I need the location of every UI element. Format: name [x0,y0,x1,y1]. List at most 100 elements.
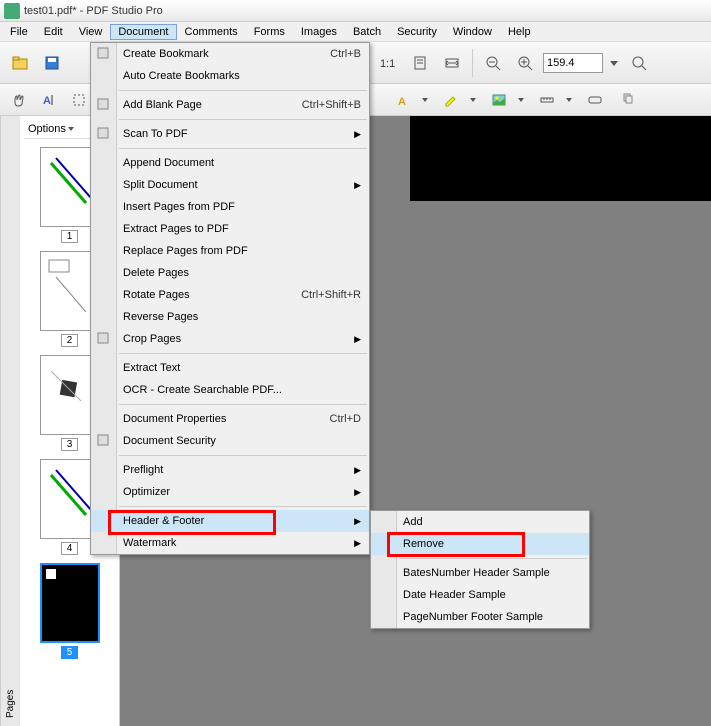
menu-item-label: Optimizer [123,486,170,498]
menu-item-crop-pages[interactable]: Crop Pages▶ [91,328,369,350]
menu-document[interactable]: Document [110,24,176,40]
menu-item-ocr-create-searchable-pdf-[interactable]: OCR - Create Searchable PDF... [91,379,369,401]
menu-batch[interactable]: Batch [345,24,389,40]
submenu-arrow-icon: ▶ [354,538,361,549]
thumbnail-number: 2 [61,334,79,347]
menu-item-label: Auto Create Bookmarks [123,70,240,82]
submenu-item-remove[interactable]: Remove [371,533,589,555]
text-select-button[interactable]: A [36,87,62,113]
svg-text:1:1: 1:1 [380,58,395,70]
menu-separator [119,506,367,507]
link-button[interactable] [582,87,608,113]
header-footer-submenu: AddRemove BatesNumber Header Sample Date H… [370,510,590,629]
menu-item-optimizer[interactable]: Optimizer ▶ [91,481,369,503]
dropdown-arrow-2[interactable] [468,87,478,113]
menu-item-add-blank-page[interactable]: Add Blank PageCtrl+Shift+B [91,94,369,116]
menu-comments[interactable]: Comments [177,24,246,40]
menu-images[interactable]: Images [293,24,345,40]
zoom-tool-button[interactable] [625,49,653,77]
image-annotation-button[interactable] [486,87,512,113]
menu-separator [119,404,367,405]
shortcut-label: Ctrl+D [330,413,361,425]
stamp-button[interactable] [616,87,642,113]
menu-item-label: OCR - Create Searchable PDF... [123,384,282,396]
menu-separator [119,148,367,149]
submenu-item-date-header-sample[interactable]: Date Header Sample [371,584,589,606]
menu-item-append-document[interactable]: Append Document [91,152,369,174]
text-annotation-button[interactable]: A [390,87,416,113]
object-select-button[interactable] [66,87,92,113]
submenu-item-label: Date Header Sample [403,589,506,601]
fit-width-button[interactable] [438,49,466,77]
hand-tool-button[interactable] [6,87,32,113]
submenu-arrow-icon: ▶ [354,487,361,498]
menu-item-label: Header & Footer [123,515,204,527]
menu-item-watermark[interactable]: Watermark▶ [91,532,369,554]
menu-item-replace-pages-from-pdf[interactable]: Replace Pages from PDF [91,240,369,262]
menu-item-rotate-pages[interactable]: Rotate PagesCtrl+Shift+R [91,284,369,306]
menu-item-reverse-pages[interactable]: Reverse Pages [91,306,369,328]
menu-view[interactable]: View [71,24,111,40]
scanner-icon [96,126,112,142]
save-button[interactable] [38,49,66,77]
menu-item-label: Split Document [123,179,198,191]
submenu-arrow-icon: ▶ [354,334,361,345]
dropdown-arrow-4[interactable] [564,87,574,113]
shortcut-label: Ctrl+Shift+B [302,99,361,111]
submenu-item-label: PageNumber Footer Sample [403,611,543,623]
menu-separator [119,119,367,120]
menu-item-document-properties[interactable]: Document Properties Ctrl+D [91,408,369,430]
submenu-item-label: BatesNumber Header Sample [403,567,550,579]
security-icon [96,433,112,449]
menu-window[interactable]: Window [445,24,500,40]
menu-item-delete-pages[interactable]: Delete Pages [91,262,369,284]
menu-item-create-bookmark[interactable]: Create BookmarkCtrl+B [91,43,369,65]
menu-help[interactable]: Help [500,24,539,40]
menu-item-extract-text[interactable]: Extract Text [91,357,369,379]
chevron-down-icon [68,126,74,132]
zoom-dropdown[interactable] [607,49,621,77]
thumbnail-number: 3 [61,438,79,451]
menu-item-label: Delete Pages [123,267,189,279]
menu-item-label: Reverse Pages [123,311,198,323]
dropdown-arrow-3[interactable] [516,87,526,113]
zoom-input[interactable] [543,53,603,73]
submenu-arrow-icon: ▶ [354,129,361,140]
thumbnail-number: 1 [61,230,79,243]
document-menu: Create BookmarkCtrl+B Auto Create Bookmar… [90,42,370,555]
menu-item-document-security[interactable]: Document Security [91,430,369,452]
crop-icon [96,331,112,347]
options-label: Options [28,123,66,135]
blank-page-icon [96,97,112,113]
svg-text:A: A [43,95,51,107]
menu-item-insert-pages-from-pdf[interactable]: Insert Pages from PDF [91,196,369,218]
menu-item-label: Document Properties [123,413,226,425]
svg-text:A: A [398,96,406,108]
menu-item-scan-to-pdf[interactable]: Scan To PDF▶ [91,123,369,145]
menu-file[interactable]: File [2,24,36,40]
menu-forms[interactable]: Forms [246,24,293,40]
menu-item-auto-create-bookmarks[interactable]: Auto Create Bookmarks [91,65,369,87]
menu-item-extract-pages-to-pdf[interactable]: Extract Pages to PDF [91,218,369,240]
submenu-item-pagenumber-footer-sample[interactable]: PageNumber Footer Sample [371,606,589,628]
submenu-item-batesnumber-header-sample[interactable]: BatesNumber Header Sample [371,562,589,584]
menu-item-preflight[interactable]: Preflight▶ [91,459,369,481]
dropdown-arrow-1[interactable] [420,87,430,113]
measure-button[interactable] [534,87,560,113]
menu-security[interactable]: Security [389,24,445,40]
fit-actual-button[interactable]: 1:1 [374,49,402,77]
menu-item-split-document[interactable]: Split Document▶ [91,174,369,196]
fit-page-button[interactable] [406,49,434,77]
pages-tab[interactable]: Pages [0,116,20,726]
highlight-button[interactable] [438,87,464,113]
window-title: test01.pdf* - PDF Studio Pro [24,5,163,17]
app-icon [4,3,20,19]
open-button[interactable] [6,49,34,77]
menu-item-header-footer[interactable]: Header & Footer▶ [91,510,369,532]
page-thumbnail-5[interactable]: 5 [35,563,105,659]
zoom-out-button[interactable] [479,49,507,77]
shortcut-label: Ctrl+B [330,48,361,60]
zoom-in-button[interactable] [511,49,539,77]
menu-edit[interactable]: Edit [36,24,71,40]
submenu-item-add[interactable]: Add [371,511,589,533]
